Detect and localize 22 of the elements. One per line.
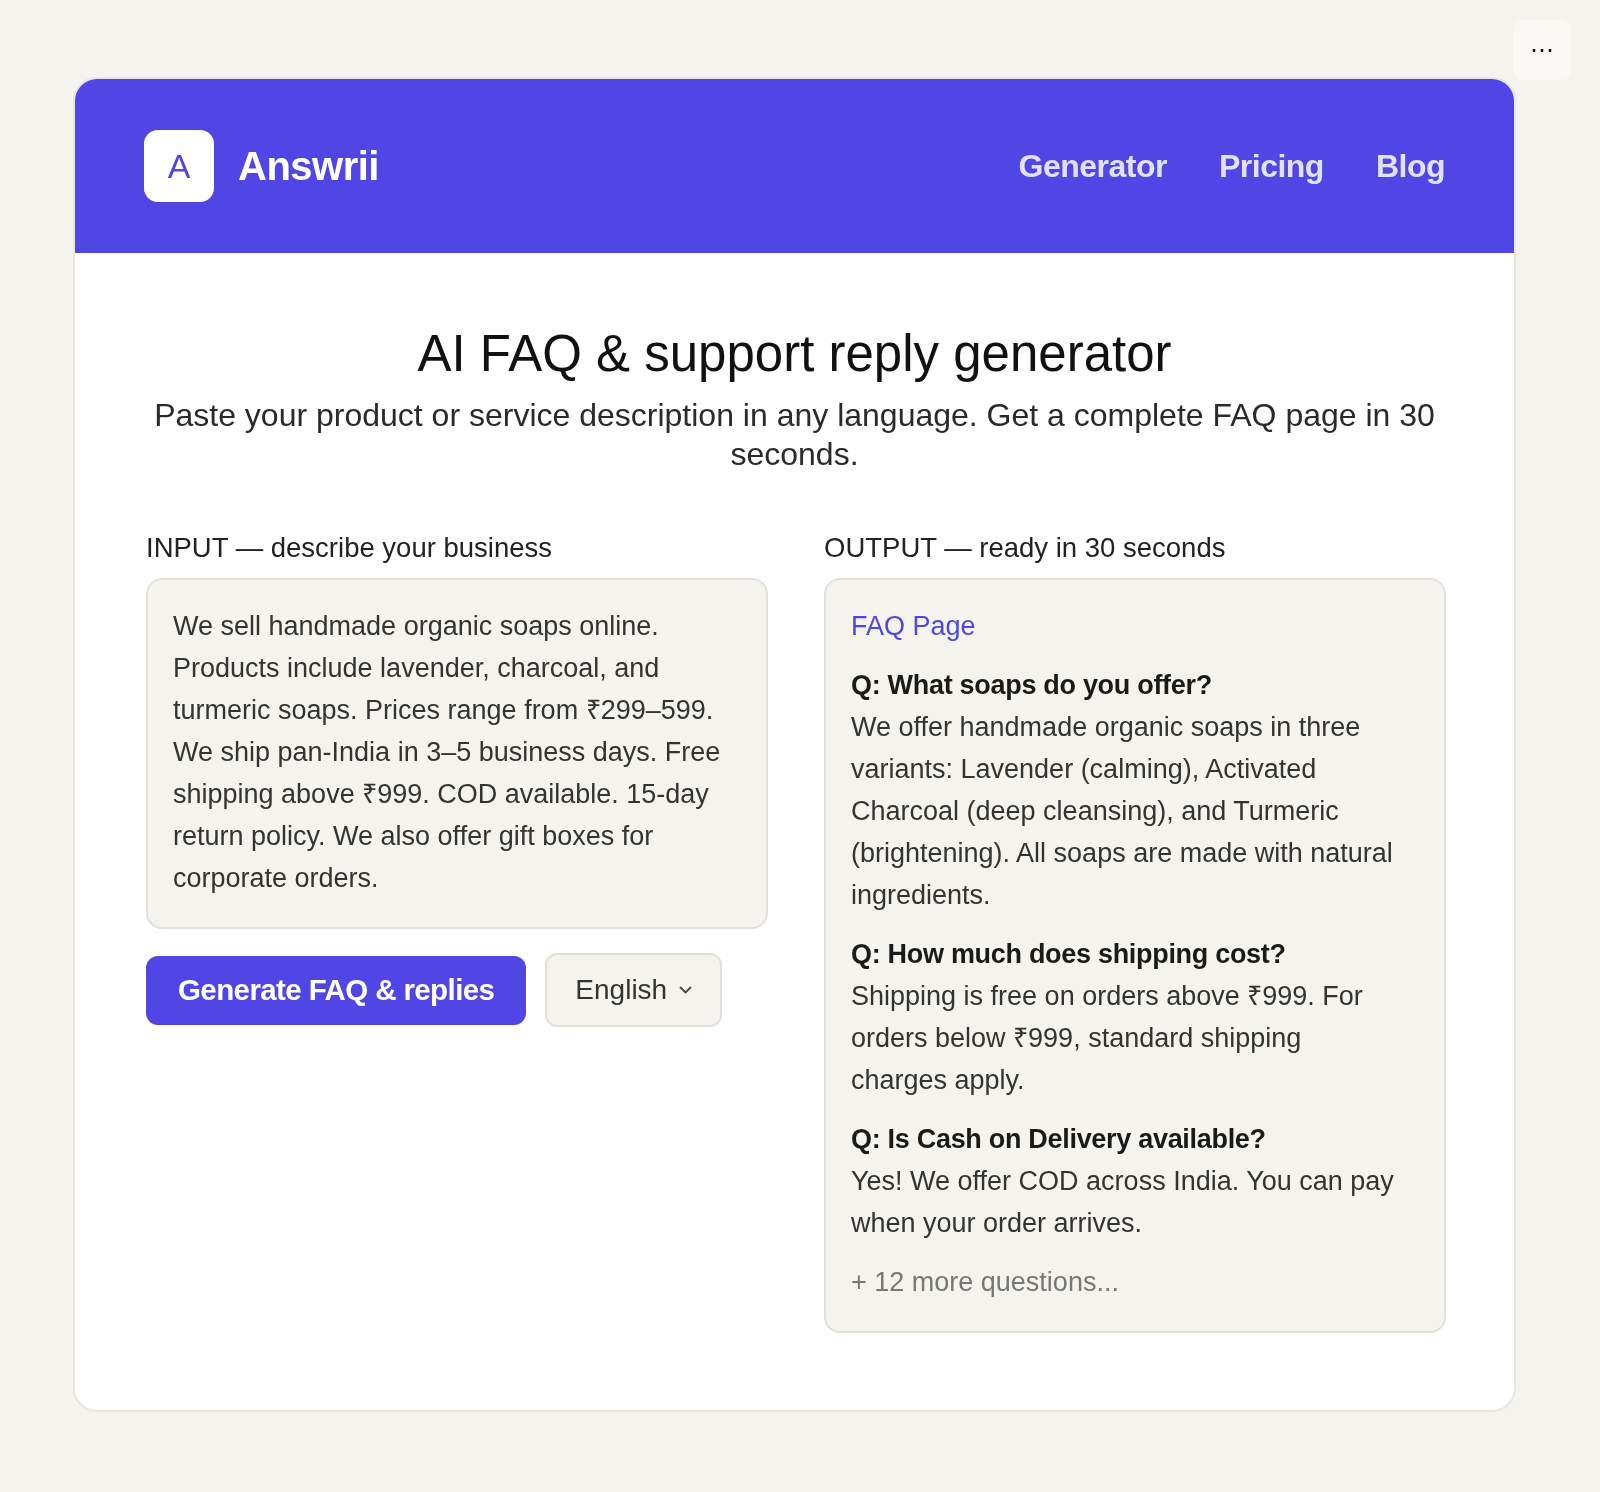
faq-answer: We offer handmade organic soaps in three variants: Lavender (calming), Activated Charcoal (deep cleansing), and Turmeric (brightening). All soaps are made with natural ingredients. <box>851 711 1394 913</box>
language-select[interactable]: English <box>545 953 723 1028</box>
logo-tile: A <box>144 130 214 202</box>
page-title: AI FAQ & support reply generator <box>416 324 1173 384</box>
output-heading: FAQ Page <box>851 610 977 644</box>
page-subtitle: Paste your product or service description in any language. Get a complete FAQ page in 30 seconds. <box>153 396 1436 475</box>
description-field[interactable]: We sell handmade organic soaps online. Products include lavender, charcoal, and turmeric soaps. Prices range from ₹299–599. We ship pan-India in 3–5 business days. Free shipping above ₹999. COD available. 15-day return policy. We also offer gift boxes for corporate orders. <box>146 578 768 930</box>
output-label: OUTPUT — ready in 30 seconds <box>824 532 1227 565</box>
input-label: INPUT — describe your business <box>146 532 554 565</box>
more-questions-note: + 12 more questions... <box>851 1266 1120 1300</box>
generate-button[interactable]: Generate FAQ & replies <box>146 955 527 1025</box>
faq-answer: Yes! We offer COD across India. You can pay when your order arrives. <box>851 1165 1395 1241</box>
nav-link[interactable]: Blog <box>1375 142 1445 190</box>
nav-link[interactable]: Generator <box>1018 142 1167 190</box>
more-options-button[interactable]: ⋯ <box>1513 20 1571 80</box>
faq-question: Q: Is Cash on Delivery available? <box>851 1123 1267 1157</box>
faq-question: Q: How much does shipping cost? <box>851 938 1287 972</box>
nav-link[interactable]: Pricing <box>1218 142 1324 190</box>
brand-name: Answrii <box>238 143 379 190</box>
chevron-down-icon <box>679 986 693 995</box>
faq-question: Q: What soaps do you offer? <box>851 669 1213 703</box>
faq-answer: Shipping is free on orders above ₹999. For orders below ₹999, standard shipping charges apply. <box>851 980 1364 1098</box>
